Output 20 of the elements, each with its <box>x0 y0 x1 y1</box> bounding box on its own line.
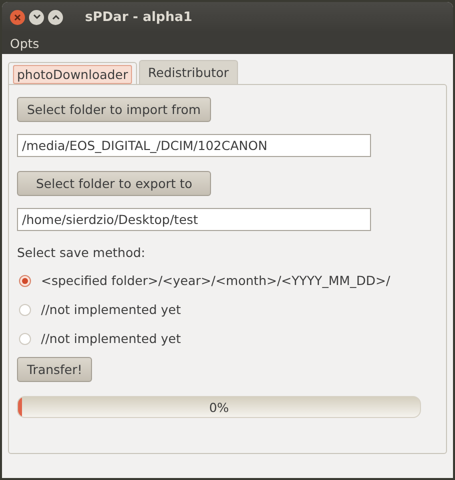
tab[interactable]: photoDownloader <box>8 62 138 84</box>
transfer-button[interactable]: Transfer! <box>17 357 92 382</box>
radio-label[interactable]: //not implemented yet <box>41 331 181 346</box>
radio-button[interactable] <box>19 274 31 286</box>
close-icon[interactable] <box>10 10 25 24</box>
minimize-icon[interactable] <box>29 10 44 24</box>
radio-button[interactable] <box>19 332 31 344</box>
radio-label[interactable]: <specified folder>/<year>/<month>/<YYYY_MM_DD>/ <box>41 273 390 288</box>
radio-label[interactable]: //not implemented yet <box>41 302 181 317</box>
export-path-field[interactable]: /home/sierdzio/Desktop/test <box>17 208 371 231</box>
export-folder-button[interactable]: Select folder to export to <box>17 171 212 196</box>
menu-item[interactable]: Opts <box>4 34 46 52</box>
save-method-label: Select save method: <box>17 245 146 260</box>
radio-button[interactable] <box>19 304 31 316</box>
import-path-field[interactable]: /media/EOS_DIGITAL_/DCIM/102CANON <box>17 134 371 157</box>
import-folder-button[interactable]: Select folder to import from <box>17 97 211 122</box>
progress-reading: 0% <box>208 400 230 415</box>
maximize-icon[interactable] <box>48 10 63 24</box>
tab[interactable]: Redistributor <box>139 60 238 84</box>
window-title: sPDar - alpha1 <box>85 10 192 24</box>
